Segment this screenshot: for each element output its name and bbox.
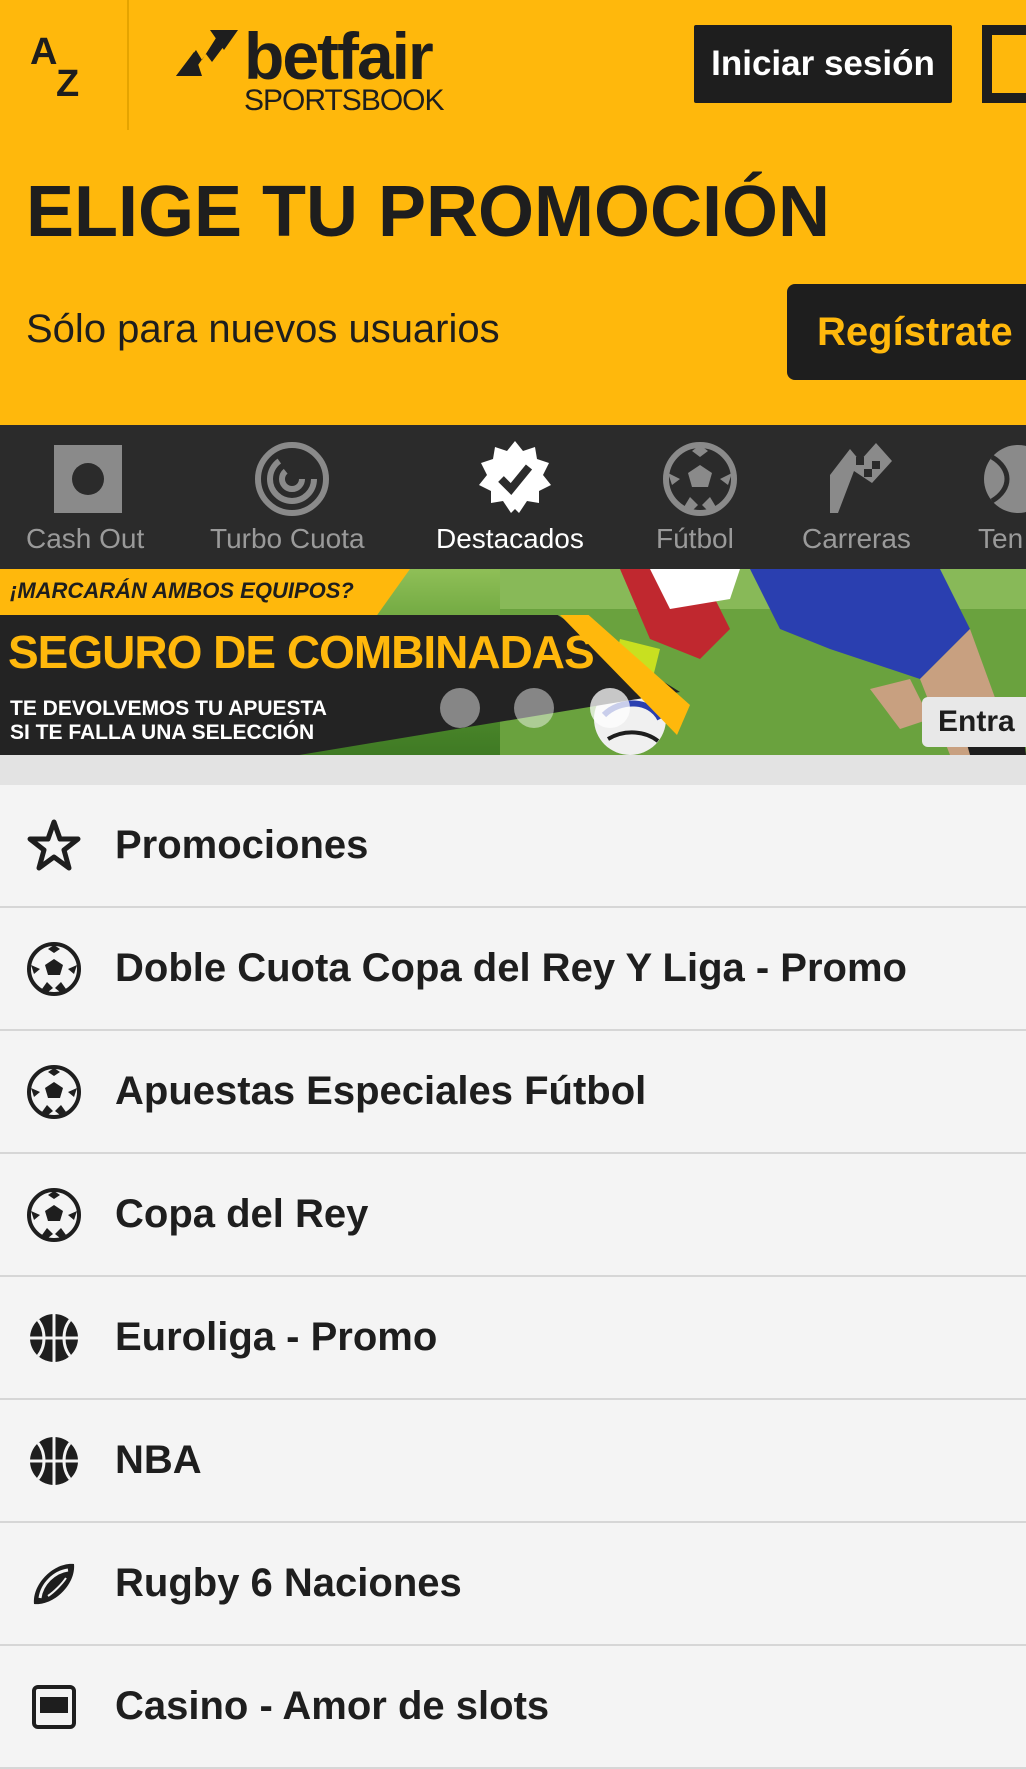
slot-machine-icon xyxy=(32,1685,76,1729)
logo-arrows-icon xyxy=(176,30,238,76)
star-icon xyxy=(27,819,81,871)
nav-label: Destacados xyxy=(436,523,584,554)
header-divider xyxy=(127,0,129,130)
carousel-dot-3[interactable] xyxy=(590,688,630,728)
list-item-label: Apuestas Especiales Fútbol xyxy=(115,1069,647,1113)
list-item-label: NBA xyxy=(115,1438,202,1482)
list-item[interactable]: Casino - Amor de slots xyxy=(0,1646,1026,1769)
site-header: A Z betfair SPORTSBOOK Iniciar sesión EL… xyxy=(0,0,1026,425)
list-item[interactable]: NBA xyxy=(0,1400,1026,1523)
carousel-dot-1[interactable] xyxy=(440,688,480,728)
nav-label: Carreras xyxy=(802,523,911,554)
racing-flag-icon xyxy=(830,443,892,513)
promo-subtitle: Sólo para nuevos usuarios xyxy=(26,307,500,351)
soccer-ball-icon xyxy=(663,442,737,516)
logo-wordmark: betfair xyxy=(244,19,434,93)
a-to-z-icon[interactable]: A Z xyxy=(28,30,96,105)
list-item[interactable]: Rugby 6 Naciones xyxy=(0,1523,1026,1646)
list-item[interactable]: Euroliga - Promo xyxy=(0,1277,1026,1400)
nav-item-tenis[interactable]: Ten xyxy=(966,425,1026,569)
rugby-ball-icon xyxy=(33,1563,75,1605)
turbo-icon xyxy=(255,442,329,516)
logo-subtitle: SPORTSBOOK xyxy=(244,84,445,117)
banner-subtext-line2: SI TE FALLA UNA SELECCIÓN xyxy=(10,721,315,744)
list-item[interactable]: Copa del Rey xyxy=(0,1154,1026,1277)
promo-banner[interactable]: ¡MARCARÁN AMBOS EQUIPOS? SEGURO DE COMBI… xyxy=(0,569,1026,755)
soccer-ball-icon xyxy=(27,1065,81,1119)
section-separator xyxy=(0,755,1026,785)
nav-item-turbo-cuota[interactable]: Turbo Cuota xyxy=(190,425,400,569)
nav-label: Turbo Cuota xyxy=(210,523,365,554)
join-button[interactable] xyxy=(982,25,1026,103)
basketball-icon xyxy=(30,1314,78,1362)
list-item-label: Doble Cuota Copa del Rey Y Liga - Promo xyxy=(115,946,907,990)
promo-title: ELIGE TU PROMOCIÓN xyxy=(26,172,831,252)
nav-label: Ten xyxy=(978,523,1024,554)
list-item[interactable]: Apuestas Especiales Fútbol xyxy=(0,1031,1026,1154)
svg-text:Z: Z xyxy=(56,63,79,102)
banner-subtext: TE DEVOLVEMOS TU APUESTA SI TE FALLA UNA… xyxy=(10,697,327,745)
nav-item-destacados[interactable]: Destacados xyxy=(420,425,610,569)
banner-cta-button[interactable]: Entra xyxy=(922,697,1026,747)
svg-text:A: A xyxy=(30,31,57,73)
register-button[interactable]: Regístrate xyxy=(787,284,1026,380)
banner-headline: SEGURO DE COMBINADAS xyxy=(8,626,595,678)
nav-item-carreras[interactable]: Carreras xyxy=(790,425,930,569)
list-item-label: Rugby 6 Naciones xyxy=(115,1561,462,1605)
soccer-ball-icon xyxy=(27,1188,81,1242)
list-item-label: Casino - Amor de slots xyxy=(115,1684,550,1728)
banner-kicker: ¡MARCARÁN AMBOS EQUIPOS? xyxy=(10,578,354,603)
soccer-ball-icon xyxy=(27,942,81,996)
tennis-ball-icon xyxy=(984,445,1026,513)
list-item-label: Promociones xyxy=(115,823,369,867)
sport-nav: Cash Out Turbo Cuota Destacados Fútbol C… xyxy=(0,425,1026,569)
nav-item-cash-out[interactable]: Cash Out xyxy=(0,425,176,569)
list-item-label: Euroliga - Promo xyxy=(115,1315,438,1359)
betfair-logo[interactable]: betfair SPORTSBOOK xyxy=(172,18,472,118)
banner-subtext-line1: TE DEVOLVEMOS TU APUESTA xyxy=(10,697,327,720)
nav-item-futbol[interactable]: Fútbol xyxy=(640,425,760,569)
join-button-inner xyxy=(992,35,1026,93)
featured-badge-icon xyxy=(479,441,551,513)
basketball-icon xyxy=(30,1437,78,1485)
cash-out-icon xyxy=(54,445,122,513)
list-item[interactable]: Promociones xyxy=(0,785,1026,908)
login-button[interactable]: Iniciar sesión xyxy=(694,25,952,103)
nav-label: Fútbol xyxy=(656,523,734,554)
list-item[interactable]: Doble Cuota Copa del Rey Y Liga - Promo xyxy=(0,908,1026,1031)
list-item-label: Copa del Rey xyxy=(115,1192,369,1236)
carousel-dot-2[interactable] xyxy=(514,688,554,728)
featured-list: Promociones Doble Cuota Copa del Rey Y L… xyxy=(0,785,1026,1769)
nav-label: Cash Out xyxy=(26,523,145,554)
